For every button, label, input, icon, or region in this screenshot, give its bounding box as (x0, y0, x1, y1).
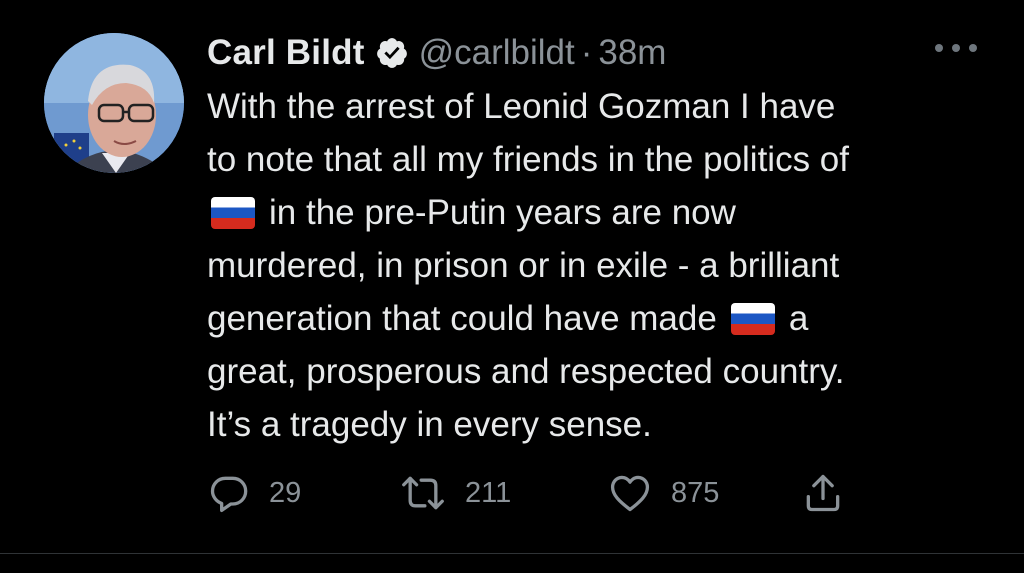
verified-badge-icon (375, 36, 409, 70)
tweet-actions: 29 211 875 (207, 470, 887, 516)
reply-icon (210, 476, 248, 513)
author-handle[interactable]: @carlbildt (419, 33, 575, 73)
tweet[interactable]: Carl Bildt @carlbildt · 38m With the arr… (0, 0, 1024, 573)
author-name[interactable]: Carl Bildt (207, 33, 365, 73)
meta-separator: · (580, 33, 593, 72)
tweet-line: It’s a tragedy in every sense. (207, 405, 652, 444)
retweet-icon (402, 476, 444, 510)
tweet-timestamp[interactable]: 38m (598, 33, 666, 73)
share-button[interactable] (801, 470, 845, 516)
divider (0, 553, 1024, 554)
tweet-line-text: in the pre-Putin years are now (269, 193, 736, 232)
heart-icon (610, 475, 650, 512)
tweet-line: murdered, in prison or in exile - a bril… (207, 246, 840, 285)
like-button[interactable]: 875 (607, 470, 719, 516)
avatar-image (44, 33, 184, 173)
tweet-line: With the arrest of Leonid Gozman I have (207, 87, 836, 126)
like-count: 875 (671, 476, 720, 509)
more-options-icon[interactable] (935, 38, 977, 58)
retweet-count: 211 (465, 476, 512, 509)
tweet-line-text: a (788, 299, 809, 338)
russia-flag-icon (211, 197, 255, 229)
reply-button[interactable]: 29 (207, 470, 301, 516)
share-icon (806, 474, 840, 512)
tweet-line-text: generation that could have made (207, 299, 717, 338)
tweet-line: in the pre-Putin years are now (207, 186, 1007, 239)
retweet-button[interactable]: 211 (399, 470, 511, 516)
russia-flag-icon (730, 303, 775, 335)
tweet-header: Carl Bildt @carlbildt · 38m (207, 28, 666, 78)
reply-count: 29 (269, 476, 302, 509)
tweet-text: With the arrest of Leonid Gozman I have … (207, 80, 1007, 451)
tweet-line: great, prosperous and respected country. (207, 352, 845, 391)
tweet-line: generation that could have made a (207, 292, 1007, 345)
tweet-line: to note that all my friends in the polit… (207, 140, 849, 179)
avatar[interactable] (44, 33, 184, 173)
